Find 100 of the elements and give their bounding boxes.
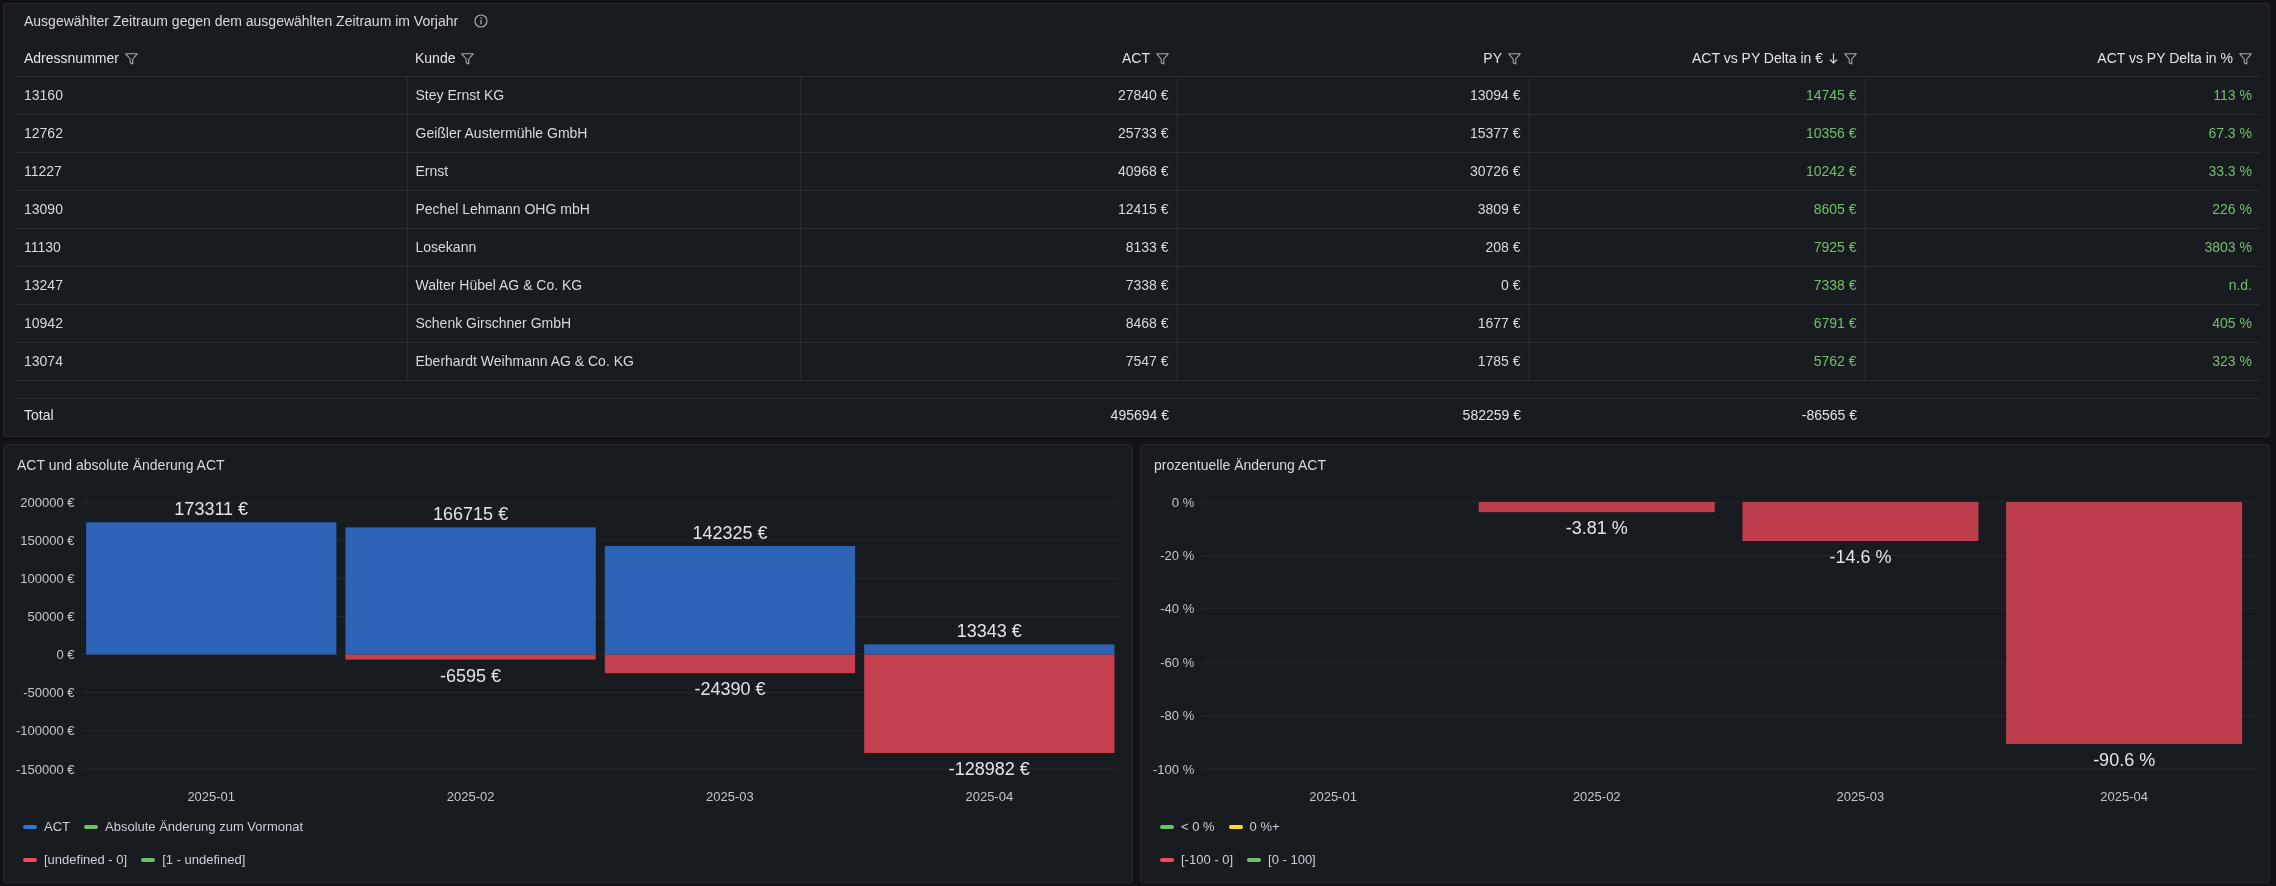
table-cell: 8468 € (800, 304, 1177, 342)
y-axis-label: 150000 € (20, 532, 75, 548)
total-cell: 495694 € (800, 398, 1177, 432)
table-cell: Walter Hübel AG & Co. KG (407, 266, 800, 304)
x-axis-label: 2025-01 (1309, 789, 1357, 804)
table-cell: 30726 € (1177, 152, 1529, 190)
table-cell: 67.3 % (1865, 114, 2260, 152)
y-axis-label: -80 % (1160, 708, 1195, 724)
table-cell: Eberhardt Weihmann AG & Co. KG (407, 342, 800, 380)
filter-icon[interactable] (1156, 52, 1169, 65)
table-cell: 27840 € (800, 76, 1177, 114)
filter-icon[interactable] (124, 52, 138, 65)
table-cell: 1677 € (1177, 304, 1529, 342)
table-cell: 7547 € (800, 342, 1177, 380)
table-cell: 12762 (16, 114, 407, 152)
table-cell: 7925 € (1529, 228, 1865, 266)
column-header[interactable]: ACT (800, 42, 1177, 76)
bar-value-label: -90.6 % (2093, 749, 2156, 770)
table-cell: 33.3 % (1865, 152, 2260, 190)
legend-label[interactable]: [-100 - 0] (1181, 849, 1234, 870)
info-icon[interactable] (474, 14, 489, 28)
table-cell: 40968 € (800, 152, 1177, 190)
panel-title: prozentuelle Änderung ACT (1154, 455, 1326, 475)
bar-value-label: -14.6 % (1829, 547, 1892, 567)
table-cell: 10942 (16, 304, 407, 342)
legend-label[interactable]: Absolute Änderung zum Vormonat (105, 816, 303, 837)
table-cell: Geißler Austermühle GmbH (407, 114, 800, 152)
y-axis-label: -60 % (1160, 654, 1195, 670)
x-axis-label: 2025-04 (2100, 789, 2148, 804)
bar-value-label: -3.81 % (1565, 518, 1628, 539)
table-cell: 3803 % (1865, 228, 2260, 266)
bar-value-label: -128982 € (948, 758, 1030, 779)
y-axis-label: -40 % (1160, 601, 1195, 617)
x-axis-label: 2025-03 (1836, 789, 1885, 804)
table-cell: 25733 € (800, 114, 1177, 152)
table-cell: 7338 € (800, 266, 1177, 304)
table-cell: 3809 € (1177, 190, 1529, 228)
column-header[interactable]: Kunde (407, 42, 800, 76)
legend-label[interactable]: ACT (44, 816, 70, 837)
y-axis-label: 100000 € (20, 570, 75, 586)
table-cell: 6791 € (1529, 304, 1865, 342)
legend-label[interactable]: [1 - undefined] (162, 849, 246, 870)
table-cell: n.d. (1865, 266, 2260, 304)
x-axis-label: 2025-04 (965, 789, 1014, 804)
column-header[interactable]: PY (1177, 42, 1529, 76)
table-cell: 8133 € (800, 228, 1177, 266)
total-cell: 582259 € (1177, 398, 1529, 432)
table-cell: 12415 € (800, 190, 1177, 228)
table-cell: 5762 € (1529, 342, 1865, 380)
y-axis-label: -20 % (1160, 547, 1195, 563)
table-cell: Stey Ernst KG (407, 76, 800, 114)
column-header[interactable]: Adressnummer (16, 42, 407, 76)
column-header[interactable]: ACT vs PY Delta in € (1529, 42, 1865, 76)
table-cell: Losekann (407, 228, 800, 266)
total-cell: -86565 € (1529, 398, 1865, 432)
legend-label[interactable]: 0 %+ (1249, 816, 1280, 837)
panel-title: ACT und absolute Änderung ACT (17, 455, 225, 475)
table-cell: 15377 € (1177, 114, 1529, 152)
y-axis-label: 200000 € (20, 494, 75, 510)
bar-value-label: 166715 € (433, 504, 509, 525)
y-axis-label: -100000 € (16, 723, 75, 739)
filter-icon[interactable] (1508, 52, 1521, 65)
column-header[interactable]: ACT vs PY Delta in % (1865, 42, 2260, 76)
table-cell: Pechel Lehmann OHG mbH (407, 190, 800, 228)
y-axis-label: 50000 € (27, 608, 75, 624)
x-axis-label: 2025-02 (1572, 789, 1621, 804)
table-cell: 8605 € (1529, 190, 1865, 228)
table-cell: 13094 € (1177, 76, 1529, 114)
table-cell: 11130 (16, 228, 407, 266)
x-axis-label: 2025-01 (187, 789, 236, 804)
filter-icon[interactable] (1844, 52, 1857, 65)
table-cell: 14745 € (1529, 76, 1865, 114)
table-cell: 13090 (16, 190, 407, 228)
bar-value-label: 173311 € (174, 499, 249, 520)
table-cell: 13247 (16, 266, 407, 304)
sort-descending-icon[interactable] (1829, 53, 1838, 65)
total-cell: Total (16, 398, 407, 432)
panel-title: Ausgewählter Zeitraum gegen dem ausgewählten Zeitraum im Vorjahr (24, 11, 459, 31)
y-axis-label: 0 % (1171, 494, 1195, 510)
table-cell: 208 € (1177, 228, 1529, 266)
y-axis-label: -50000 € (23, 685, 75, 701)
table-cell: 11227 (16, 152, 407, 190)
bar-value-label: 142325 € (692, 523, 768, 543)
x-axis-label: 2025-02 (446, 789, 495, 804)
bar-value-label: -24390 € (694, 679, 766, 700)
y-axis-label: -100 % (1153, 761, 1195, 777)
bar-value-label: -6595 € (440, 665, 502, 686)
table-cell: 13074 (16, 342, 407, 380)
legend-label[interactable]: [0 - 100] (1268, 849, 1316, 870)
table-cell: Ernst (407, 152, 800, 190)
table-cell: 10242 € (1529, 152, 1865, 190)
filter-icon[interactable] (461, 52, 475, 65)
legend-label[interactable]: < 0 % (1181, 816, 1215, 837)
table-cell: 10356 € (1529, 114, 1865, 152)
legend-label[interactable]: [undefined - 0] (44, 849, 128, 870)
table-cell: 226 % (1865, 190, 2260, 228)
table-cell: 113 % (1865, 76, 2260, 114)
filter-icon[interactable] (2239, 52, 2252, 65)
table-cell: 7338 € (1529, 266, 1865, 304)
table-cell: Schenk Girschner GmbH (407, 304, 800, 342)
